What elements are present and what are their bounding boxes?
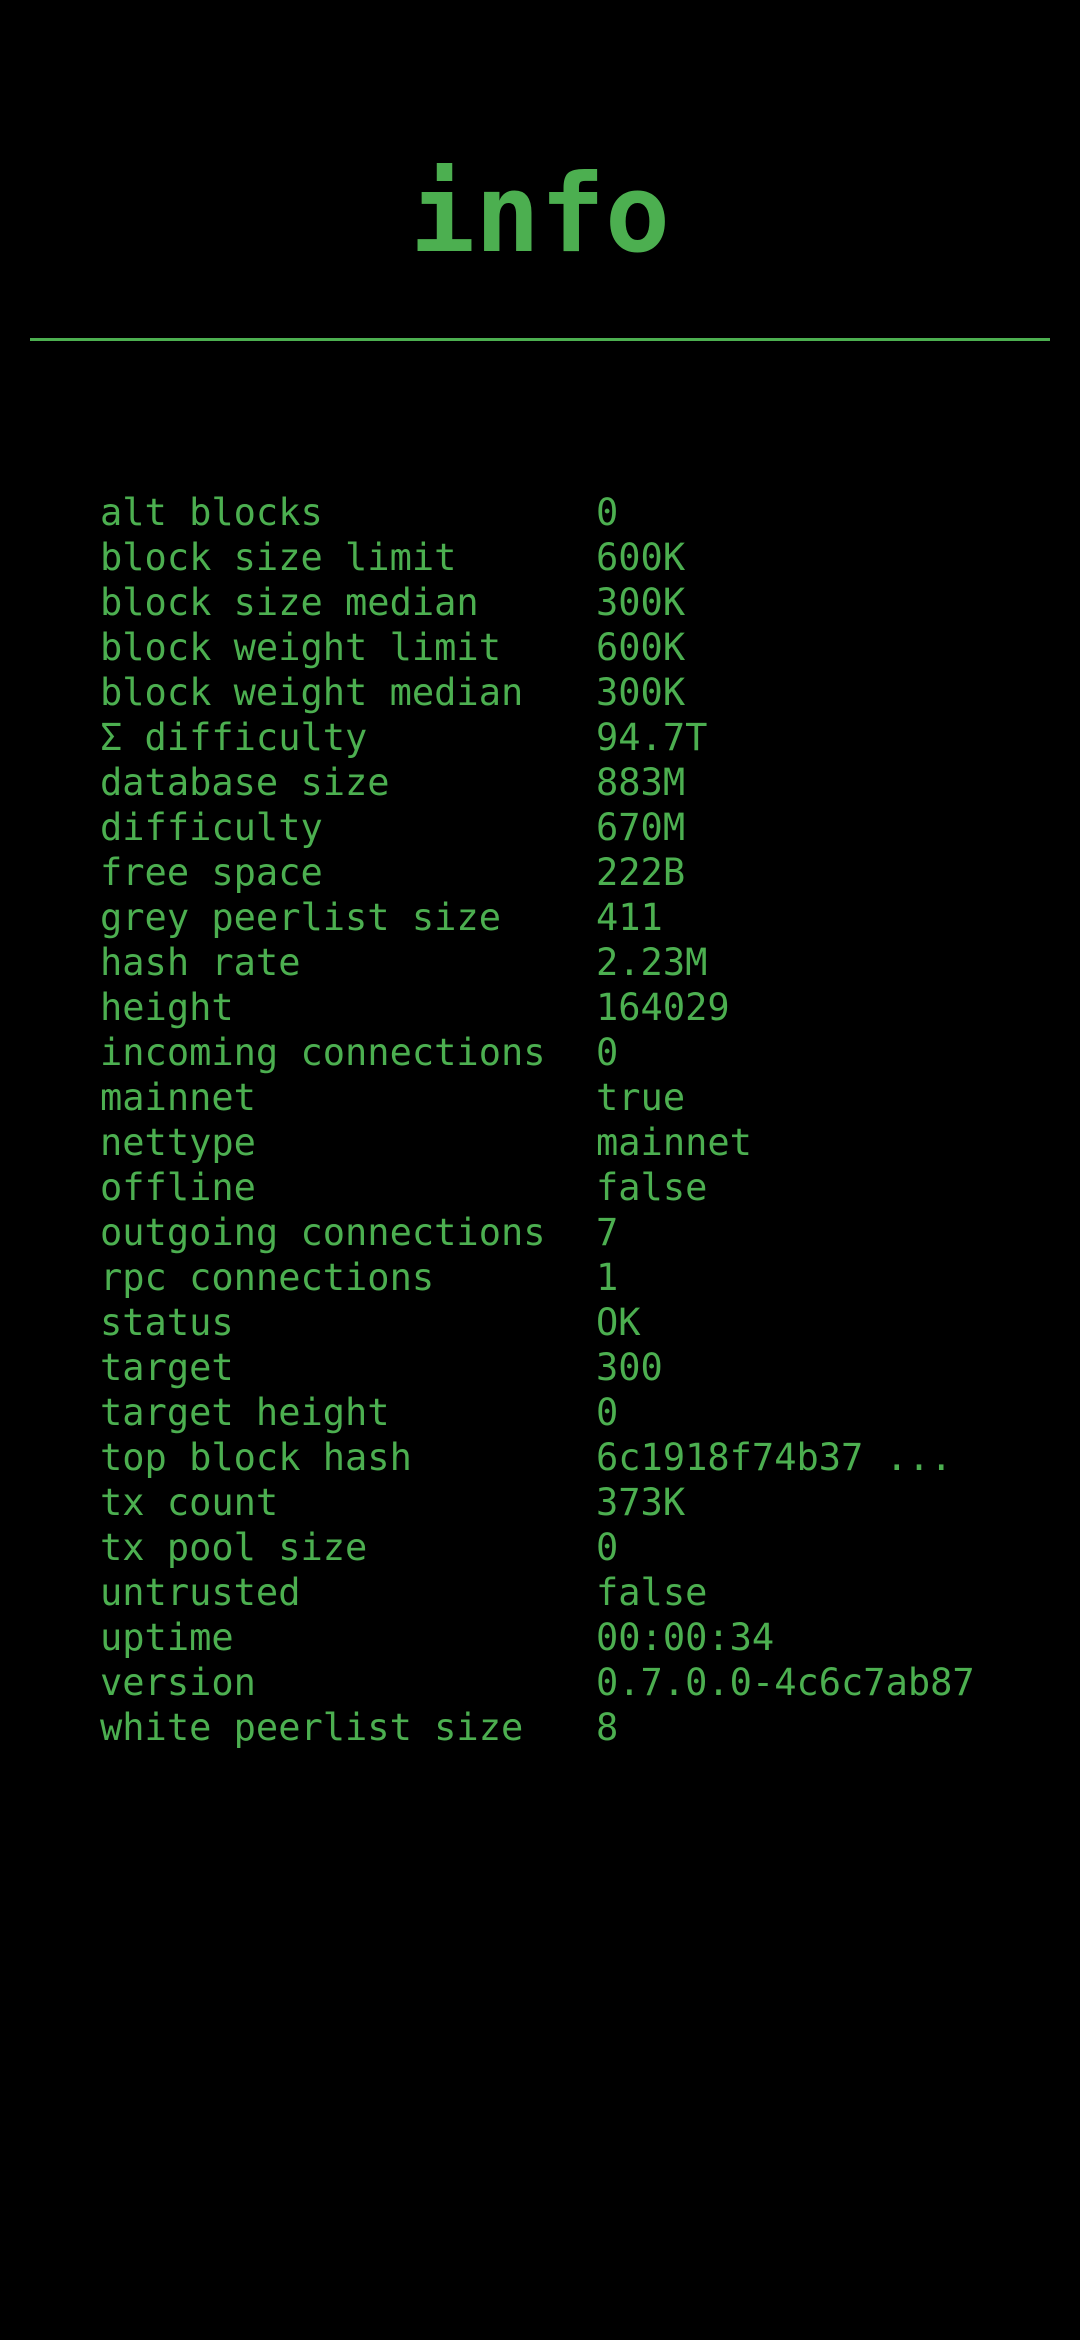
info-value: 300K bbox=[596, 671, 686, 714]
info-value: false bbox=[596, 1571, 708, 1614]
info-value: 0 bbox=[596, 1391, 619, 1434]
info-row: uptime 00:00:34 bbox=[100, 1615, 1020, 1660]
info-row: target height 0 bbox=[100, 1390, 1020, 1435]
info-key: white peerlist size bbox=[100, 1706, 524, 1749]
info-value: 164029 bbox=[596, 986, 730, 1029]
info-key: mainnet bbox=[100, 1076, 256, 1119]
info-row: offline false bbox=[100, 1165, 1020, 1210]
info-row: rpc connections 1 bbox=[100, 1255, 1020, 1300]
info-key: free space bbox=[100, 851, 323, 894]
info-key: tx count bbox=[100, 1481, 279, 1524]
info-value: 600K bbox=[596, 626, 686, 669]
info-key: outgoing connections bbox=[100, 1211, 546, 1254]
info-value: 373K bbox=[596, 1481, 686, 1524]
info-value: 94.7T bbox=[596, 716, 708, 759]
info-key: hash rate bbox=[100, 941, 301, 984]
info-row: tx pool size 0 bbox=[100, 1525, 1020, 1570]
info-value: 222B bbox=[596, 851, 686, 894]
info-value: 411 bbox=[596, 896, 663, 939]
info-row: height 164029 bbox=[100, 985, 1020, 1030]
info-key: nettype bbox=[100, 1121, 256, 1164]
info-key: status bbox=[100, 1301, 234, 1344]
info-value: true bbox=[596, 1076, 686, 1119]
info-row: hash rate 2.23M bbox=[100, 940, 1020, 985]
info-row: Σ difficulty 94.7T bbox=[100, 715, 1020, 760]
info-table: alt blocks 0 block size limit 600K block siz… bbox=[100, 490, 1020, 1750]
info-key: Σ difficulty bbox=[100, 716, 368, 759]
info-value: 0 bbox=[596, 1526, 619, 1569]
info-row: difficulty 670M bbox=[100, 805, 1020, 850]
info-key: target height bbox=[100, 1391, 390, 1434]
info-row: untrusted false bbox=[100, 1570, 1020, 1615]
info-value: mainnet bbox=[596, 1121, 752, 1164]
info-value: 2.23M bbox=[596, 941, 708, 984]
info-key: block weight median bbox=[100, 671, 524, 714]
info-row: nettype mainnet bbox=[100, 1120, 1020, 1165]
info-row: block weight limit 600K bbox=[100, 625, 1020, 670]
info-value: 600K bbox=[596, 536, 686, 579]
info-row: block size median 300K bbox=[100, 580, 1020, 625]
info-row: free space 222B bbox=[100, 850, 1020, 895]
info-key: alt blocks bbox=[100, 491, 323, 534]
info-value: 1 bbox=[596, 1256, 619, 1299]
info-row: incoming connections 0 bbox=[100, 1030, 1020, 1075]
info-row: outgoing connections 7 bbox=[100, 1210, 1020, 1255]
info-key: rpc connections bbox=[100, 1256, 435, 1299]
info-key: database size bbox=[100, 761, 390, 804]
info-key: target bbox=[100, 1346, 234, 1389]
info-row: grey peerlist size 411 bbox=[100, 895, 1020, 940]
info-key: top block hash bbox=[100, 1436, 412, 1479]
info-value: 300 bbox=[596, 1346, 663, 1389]
info-key: untrusted bbox=[100, 1571, 301, 1614]
info-row: alt blocks 0 bbox=[100, 490, 1020, 535]
info-row: version 0.7.0.0-4c6c7ab87 bbox=[100, 1660, 1020, 1705]
info-key: tx pool size bbox=[100, 1526, 368, 1569]
info-value: OK bbox=[596, 1301, 641, 1344]
info-key: block weight limit bbox=[100, 626, 501, 669]
info-key: version bbox=[100, 1661, 256, 1704]
info-value: 0.7.0.0-4c6c7ab87 bbox=[596, 1661, 975, 1704]
info-value: 0 bbox=[596, 1031, 619, 1074]
info-key: difficulty bbox=[100, 806, 323, 849]
info-value: 300K bbox=[596, 581, 686, 624]
info-key: block size limit bbox=[100, 536, 457, 579]
info-row: top block hash 6c1918f74b37 ... bbox=[100, 1435, 1020, 1480]
info-row: white peerlist size 8 bbox=[100, 1705, 1020, 1750]
info-key: height bbox=[100, 986, 234, 1029]
info-value: 883M bbox=[596, 761, 686, 804]
info-row: status OK bbox=[100, 1300, 1020, 1345]
info-key: uptime bbox=[100, 1616, 234, 1659]
info-value: 670M bbox=[596, 806, 686, 849]
info-row: database size 883M bbox=[100, 760, 1020, 805]
info-key: offline bbox=[100, 1166, 256, 1209]
info-key: grey peerlist size bbox=[100, 896, 501, 939]
info-row: tx count 373K bbox=[100, 1480, 1020, 1525]
info-table-body: alt blocks 0 block size limit 600K block siz… bbox=[100, 490, 1020, 1750]
title-divider bbox=[30, 338, 1050, 341]
info-value: 0 bbox=[596, 491, 619, 534]
info-value: false bbox=[596, 1166, 708, 1209]
info-row: target 300 bbox=[100, 1345, 1020, 1390]
info-key: incoming connections bbox=[100, 1031, 546, 1074]
info-row: mainnet true bbox=[100, 1075, 1020, 1120]
info-value: 6c1918f74b37 ... bbox=[596, 1436, 953, 1479]
info-row: block size limit 600K bbox=[100, 535, 1020, 580]
info-key: block size median bbox=[100, 581, 479, 624]
page-title: info bbox=[409, 152, 671, 277]
info-value: 8 bbox=[596, 1706, 619, 1749]
info-value: 7 bbox=[596, 1211, 619, 1254]
info-value: 00:00:34 bbox=[596, 1616, 775, 1659]
info-row: block weight median 300K bbox=[100, 670, 1020, 715]
